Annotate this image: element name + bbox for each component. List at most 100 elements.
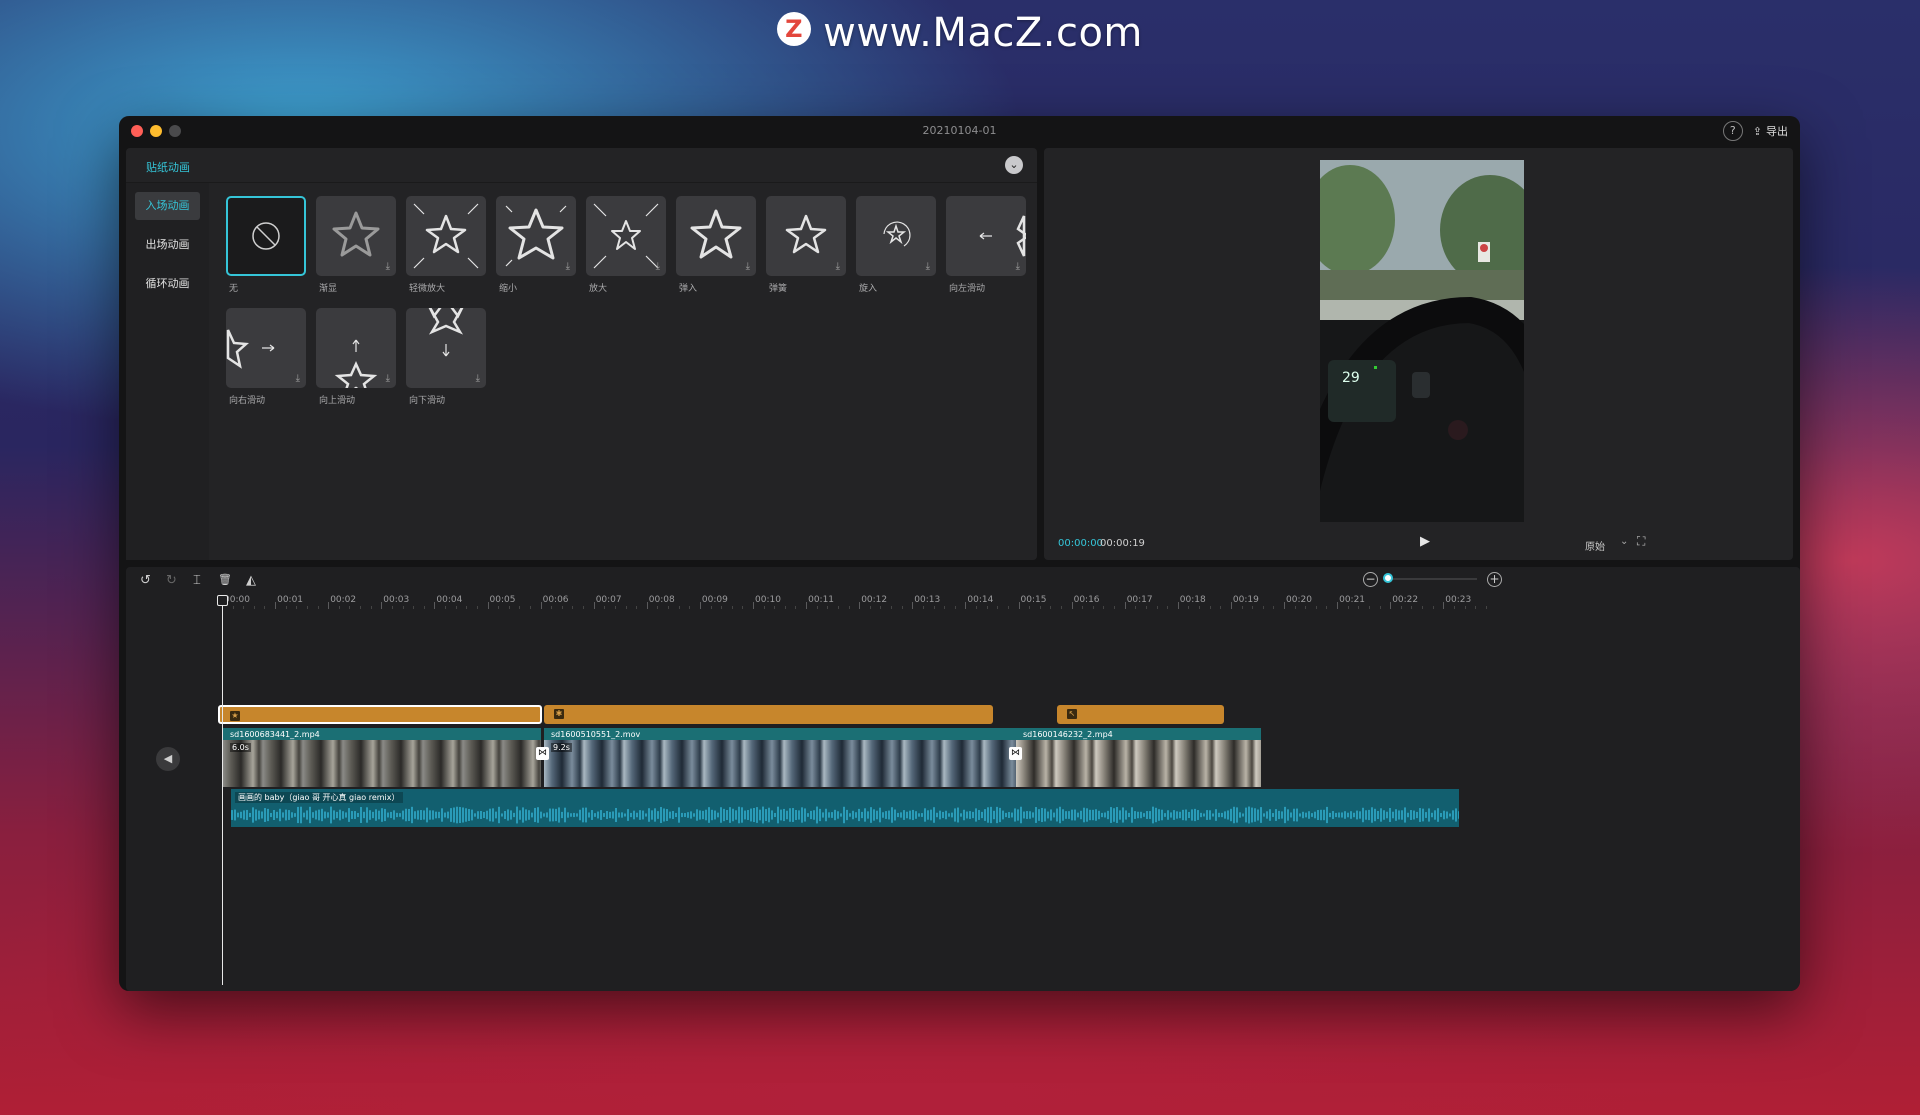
playhead-handle[interactable] bbox=[217, 595, 228, 606]
time-ruler[interactable]: 00:00 00:01 00:02 00:03 00:04 00:05 00:06 00:07… bbox=[126, 591, 1800, 609]
zoom-in-icon[interactable]: + bbox=[1487, 572, 1502, 587]
ruler-tick bbox=[1124, 602, 1126, 609]
transition-icon[interactable]: ⋈ bbox=[1009, 747, 1022, 760]
undo-icon[interactable]: ↺ bbox=[140, 573, 151, 588]
waveform-bar bbox=[459, 807, 461, 823]
waveform-bar bbox=[819, 808, 821, 822]
clip-thumbnails bbox=[223, 740, 541, 787]
preset-rotate-in[interactable]: ⤓ bbox=[856, 196, 936, 276]
waveform-bar bbox=[1158, 809, 1160, 821]
waveform-bar bbox=[525, 809, 527, 821]
collapse-chevron-icon[interactable]: ⌄ bbox=[1005, 156, 1023, 174]
sticker-clip[interactable]: ↖ bbox=[1057, 705, 1224, 724]
waveform-bar bbox=[513, 812, 515, 818]
mute-audio-icon[interactable]: ◀ bbox=[156, 747, 180, 771]
waveform-bar bbox=[771, 810, 773, 820]
waveform-bar bbox=[1179, 811, 1181, 819]
zoom-out-icon[interactable]: − bbox=[1363, 572, 1378, 587]
preset-none[interactable] bbox=[226, 196, 306, 276]
delete-icon[interactable]: 🗑 bbox=[218, 573, 232, 586]
preset-label: 向左滑动 bbox=[949, 284, 986, 294]
playhead-line[interactable] bbox=[222, 595, 223, 985]
waveform-bar bbox=[1386, 811, 1388, 819]
preset-zoom-in[interactable]: ⤓ bbox=[586, 196, 666, 276]
waveform-bar bbox=[1422, 808, 1424, 822]
video-clip[interactable]: sd1600146232_2.mp4 bbox=[1016, 728, 1261, 787]
waveform-bar bbox=[933, 807, 935, 823]
waveform-bar bbox=[822, 812, 824, 818]
video-preview[interactable]: 29 bbox=[1320, 160, 1524, 522]
waveform-bar bbox=[1338, 812, 1340, 818]
video-clip[interactable]: sd1600683441_2.mp4 6.0s bbox=[223, 728, 541, 787]
waveform-bar bbox=[1173, 810, 1175, 820]
waveform-bar bbox=[1341, 812, 1343, 818]
video-clip[interactable]: sd1600510551_2.mov 9.2s bbox=[544, 728, 1016, 787]
tab-exit-animation[interactable]: 出场动画 bbox=[135, 231, 200, 259]
tab-loop-animation[interactable]: 循环动画 bbox=[135, 270, 200, 298]
waveform-bar bbox=[1305, 812, 1307, 818]
redo-icon[interactable]: ↻ bbox=[166, 573, 177, 588]
waveform-bar bbox=[588, 812, 590, 818]
help-icon[interactable]: ? bbox=[1722, 121, 1743, 141]
ruler-label: 00:23 bbox=[1445, 595, 1472, 605]
waveform-bar bbox=[1374, 808, 1376, 822]
preset-slide-left[interactable]: ⤓ bbox=[946, 196, 1026, 276]
zoom-slider-track[interactable] bbox=[1387, 578, 1477, 580]
waveform-bar bbox=[1401, 810, 1403, 820]
waveform-bar bbox=[423, 810, 425, 820]
waveform-bar bbox=[1086, 808, 1088, 822]
ruler-minor-tick bbox=[413, 606, 415, 609]
download-icon: ⤓ bbox=[385, 373, 390, 384]
preset-shrink[interactable]: ⤓ bbox=[496, 196, 576, 276]
none-icon bbox=[252, 222, 280, 250]
waveform-bar bbox=[1209, 810, 1211, 820]
waveform-bar bbox=[249, 812, 251, 818]
preset-pop-in[interactable]: ⤓ bbox=[676, 196, 756, 276]
fullscreen-icon[interactable]: ⛶ bbox=[1637, 534, 1645, 549]
ruler-minor-tick bbox=[668, 606, 670, 609]
aspect-ratio-select[interactable]: 原始 bbox=[1585, 538, 1605, 553]
waveform-bar bbox=[318, 809, 320, 821]
preset-slide-down[interactable]: ⤓ bbox=[406, 308, 486, 388]
chevron-down-icon[interactable]: ⌄ bbox=[1620, 536, 1628, 547]
waveform-bar bbox=[576, 813, 578, 817]
waveform-bar bbox=[1308, 811, 1310, 819]
clip-duration: 6.0s bbox=[230, 743, 251, 752]
waveform-bar bbox=[561, 811, 563, 819]
zoom-slider-knob[interactable] bbox=[1383, 573, 1393, 583]
preset-label: 弹入 bbox=[679, 284, 698, 294]
audio-clip[interactable]: 画画的 baby（giao 哥 开心真 giao remix） bbox=[231, 789, 1459, 827]
waveform-bar bbox=[390, 811, 392, 819]
waveform-bar bbox=[438, 811, 440, 819]
waveform-bar bbox=[651, 810, 653, 820]
waveform-bar bbox=[795, 809, 797, 821]
export-button[interactable]: ⇪ 导出 bbox=[1753, 123, 1788, 139]
waveform-bar bbox=[1383, 810, 1385, 820]
preset-slide-right[interactable]: ⤓ bbox=[226, 308, 306, 388]
waveform-bar bbox=[1155, 807, 1157, 823]
preset-spring[interactable]: ⤓ bbox=[766, 196, 846, 276]
waveform-bar bbox=[1038, 809, 1040, 821]
transition-icon[interactable]: ⋈ bbox=[536, 747, 549, 760]
preset-slide-up[interactable]: ⤓ bbox=[316, 308, 396, 388]
waveform-bar bbox=[666, 809, 668, 821]
sticker-clip[interactable]: ✱ bbox=[544, 705, 993, 724]
waveform-bar bbox=[441, 808, 443, 822]
split-icon[interactable]: ⌶ bbox=[193, 573, 201, 588]
waveform-bar bbox=[450, 808, 452, 822]
ruler-minor-tick bbox=[880, 606, 882, 609]
waveform-bar bbox=[918, 813, 920, 817]
mirror-icon[interactable]: ◭ bbox=[246, 573, 256, 588]
sticker-clip[interactable]: ★ bbox=[218, 705, 542, 724]
waveform-bar bbox=[1011, 812, 1013, 818]
waveform-bar bbox=[1107, 810, 1109, 820]
tab-enter-animation[interactable]: 入场动画 bbox=[135, 192, 200, 220]
preset-fade-in[interactable]: ⤓ bbox=[316, 196, 396, 276]
waveform-bar bbox=[627, 809, 629, 821]
preset-slight-zoom[interactable] bbox=[406, 196, 486, 276]
ruler-minor-tick bbox=[1347, 606, 1349, 609]
waveform-bar bbox=[975, 808, 977, 822]
waveform-bar bbox=[1290, 812, 1292, 818]
ruler-label: 00:19 bbox=[1232, 595, 1259, 605]
play-icon[interactable]: ▶ bbox=[1420, 534, 1430, 549]
